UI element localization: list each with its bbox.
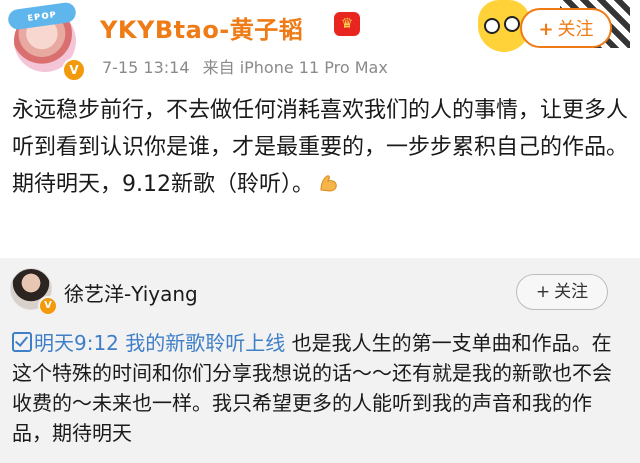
cartoon-eye-left <box>484 18 500 34</box>
cartoon-eye-right <box>504 16 520 32</box>
repost-author-username[interactable]: 徐艺洋-Yiyang <box>64 278 198 307</box>
author-avatar[interactable]: ᴇᴘᴏᴘ V <box>6 1 86 82</box>
author-username[interactable]: YKYBtao-黄子韬 <box>100 10 303 45</box>
post-meta: 7-15 13:14 来自 iPhone 11 Pro Max <box>102 54 396 78</box>
repost-link-text: 明天9:12 我的新歌聆听上线 <box>34 331 286 355</box>
follow-button[interactable]: + 关注 <box>520 8 612 48</box>
repost-body: 明天9:12 我的新歌聆听上线 也是我人生的第一支单曲和作品。在这个特殊的时间和… <box>12 328 630 448</box>
follow-label: 关注 <box>557 19 594 40</box>
post-source: 来自 iPhone 11 Pro Max <box>202 58 388 77</box>
repost-card[interactable]: V 徐艺洋-Yiyang + 关注 明天9:12 我的新歌聆听上线 也是我人生的第… <box>0 258 640 463</box>
repost-follow-button[interactable]: + 关注 <box>516 274 608 310</box>
checkbox-icon <box>12 332 32 352</box>
post-body: 永远稳步前行，不去做任何消耗喜欢我们的人的事情，让更多人听到看到认识你是谁，才是… <box>12 92 630 203</box>
post-time: 7-15 13:14 <box>102 58 190 77</box>
plus-icon: + <box>538 19 554 40</box>
flexed-biceps-icon <box>320 175 337 192</box>
repost-verified-badge-icon: V <box>38 296 58 316</box>
crown-badge-icon: ♛ <box>334 12 360 36</box>
verified-badge-icon: V <box>62 58 86 82</box>
repost-topic-link[interactable]: 明天9:12 我的新歌聆听上线 <box>12 331 285 355</box>
weibo-post: ᴇᴘᴏᴘ V YKYBtao-黄子韬 ♛ 7-15 13:14 来自 iPhon… <box>0 0 640 258</box>
repost-follow-label: 关注 <box>554 282 589 302</box>
plus-icon: + <box>535 282 551 302</box>
